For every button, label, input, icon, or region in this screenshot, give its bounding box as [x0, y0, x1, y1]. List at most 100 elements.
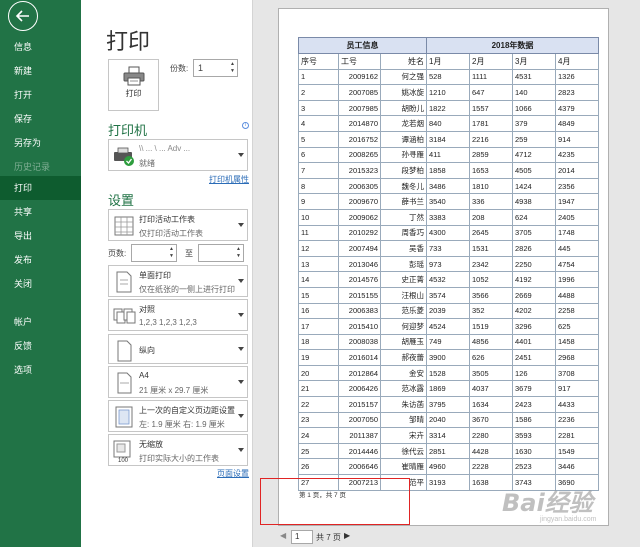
column-header: 序号 — [298, 53, 339, 70]
table-cell: 2010292 — [338, 224, 381, 242]
table-cell: 2342 — [469, 255, 513, 273]
page-setup-link[interactable]: 页面设置 — [217, 468, 249, 479]
column-header-row: 序号 工号 姓名 1月 2月 3月 4月 — [298, 53, 599, 70]
collate-dropdown[interactable]: 对照 1,2,3 1,2,3 1,2,3 — [108, 299, 248, 331]
table-row: 18 2008038 胡雁玉 749 4856 4401 1458 — [298, 333, 599, 351]
table-row: 16 2006383 范乐菱 2039 352 4202 2258 — [298, 302, 599, 320]
printer-heading: 打印机 — [108, 123, 148, 138]
nav-item[interactable]: 共享 — [0, 200, 81, 224]
spin-down-icon[interactable]: ▼ — [230, 68, 236, 74]
table-cell: 2423 — [512, 396, 556, 413]
table-cell: 2451 — [512, 349, 556, 366]
table-cell: 2006646 — [338, 458, 381, 476]
table-row: 22 2015157 朱访菡 3795 1634 2423 4433 — [298, 396, 599, 413]
table-cell: 1810 — [469, 177, 513, 195]
table-cell: 范乐菱 — [380, 302, 427, 320]
backstage-nav: 信息 新建 打开 保存 另存为 历史记录 打印 共享 导出 发布 关闭 帐户 反馈 选项 — [0, 0, 81, 547]
nav-item[interactable]: 反馈 — [0, 334, 81, 358]
nav-item[interactable]: 选项 — [0, 358, 81, 382]
spin-up-icon[interactable]: ▲ — [230, 61, 236, 67]
spin-down-icon[interactable]: ▼ — [236, 253, 242, 259]
back-button[interactable] — [8, 1, 38, 31]
table-cell: 2280 — [469, 427, 513, 444]
nav-item[interactable]: 信息 — [0, 35, 81, 59]
current-page-input[interactable]: 1 — [291, 530, 313, 544]
nav-item[interactable]: 新建 — [0, 59, 81, 83]
copies-label: 份数: — [170, 64, 189, 73]
watermark: Bai经验 jingyan.baidu.com — [488, 478, 638, 540]
footer-highlight — [260, 478, 410, 525]
spin-up-icon[interactable]: ▲ — [169, 246, 175, 252]
table-cell: 12 — [298, 240, 339, 257]
prev-page-icon[interactable]: ◀ — [280, 531, 286, 540]
nav-item[interactable]: 另存为 — [0, 131, 81, 155]
table-cell: 26 — [298, 458, 339, 476]
column-header: 2月 — [469, 53, 513, 70]
printer-dropdown[interactable]: \\ ... \ ... Adv ... 就绪 — [108, 139, 248, 171]
printer-status: 就绪 — [139, 159, 155, 168]
copies-value: 1 — [198, 63, 204, 73]
sides-dropdown[interactable]: 单面打印 仅在纸张的一侧上进行打印 — [108, 265, 248, 297]
spin-up-icon[interactable]: ▲ — [236, 246, 242, 252]
table-row: 21 2006426 范冰露 1869 4037 3679 917 — [298, 380, 599, 398]
nav-item[interactable]: 帐户 — [0, 310, 81, 334]
table-row: 25 2014446 徐代云 2851 4428 1630 1549 — [298, 442, 599, 460]
table-cell: 2006383 — [338, 302, 381, 320]
table-cell: 1996 — [555, 271, 599, 288]
table-cell: 4856 — [469, 333, 513, 351]
print-scope-desc: 仅打印活动工作表 — [139, 229, 203, 238]
orientation-dropdown[interactable]: 纵向 — [108, 334, 248, 364]
table-cell: 周香巧 — [380, 224, 427, 242]
table-cell: 2007085 — [338, 84, 381, 101]
table-cell: 4202 — [512, 302, 556, 320]
table-cell: 崔晴雁 — [380, 458, 427, 476]
table-row: 1 2009162 何之强 528 1111 4531 1326 — [298, 68, 599, 86]
nav-item[interactable]: 关闭 — [0, 272, 81, 296]
orientation-title: 纵向 — [139, 346, 155, 355]
next-page-icon[interactable]: ▶ — [344, 531, 350, 540]
page-from-input[interactable]: ▲ ▼ — [131, 244, 177, 262]
margins-desc: 左: 1.9 厘米 右: 1.9 厘米 — [139, 420, 225, 429]
info-icon[interactable]: i — [242, 122, 249, 129]
table-cell: 2040 — [426, 411, 470, 429]
table-cell: 2014576 — [338, 271, 381, 288]
table-cell: 3383 — [426, 208, 470, 226]
nav-item[interactable]: 发布 — [0, 248, 81, 272]
print-scope-dropdown[interactable]: 打印活动工作表 仅打印活动工作表 — [108, 209, 248, 241]
table-cell: 1858 — [426, 162, 470, 179]
spin-down-icon[interactable]: ▼ — [169, 253, 175, 259]
table-cell: 2281 — [555, 427, 599, 444]
table-row: 6 2008265 孙寻雁 411 2859 4712 4235 — [298, 146, 599, 164]
table-cell: 2826 — [512, 240, 556, 257]
table-cell: 2007494 — [338, 240, 381, 257]
paper-size-dropdown[interactable]: A4 21 厘米 x 29.7 厘米 — [108, 366, 248, 398]
table-cell: 3593 — [512, 427, 556, 444]
print-button[interactable]: 打印 — [108, 59, 159, 111]
table-cell: 1528 — [426, 364, 470, 382]
table-cell: 2007050 — [338, 411, 381, 429]
margins-dropdown[interactable]: 上一次的自定义页边距设置 左: 1.9 厘米 右: 1.9 厘米 — [108, 400, 248, 432]
scaling-dropdown[interactable]: 100 无缩放 打印实际大小的工作表 — [108, 434, 248, 466]
table-cell: 17 — [298, 318, 339, 335]
settings-heading: 设置 — [108, 193, 135, 208]
table-row: 20 2012864 金安 1528 3505 126 3708 — [298, 364, 599, 382]
margins-icon — [115, 406, 133, 428]
copies-input[interactable]: 1 ▲ ▼ — [193, 59, 238, 77]
page-to-input[interactable]: ▲ ▼ — [198, 244, 244, 262]
nav-item[interactable]: 打印 — [0, 176, 81, 200]
nav-item[interactable]: 导出 — [0, 224, 81, 248]
table-cell: 25 — [298, 442, 339, 460]
table-cell: 2009670 — [338, 193, 381, 210]
scaling-desc: 打印实际大小的工作表 — [139, 454, 219, 463]
nav-item[interactable]: 打开 — [0, 83, 81, 107]
table-cell: 1424 — [512, 177, 556, 195]
table-cell: 528 — [426, 68, 470, 86]
table-cell: 15 — [298, 286, 339, 304]
table-cell: 4192 — [512, 271, 556, 288]
table-cell: 2 — [298, 84, 339, 101]
printer-properties-link[interactable]: 打印机属性 — [209, 174, 249, 185]
nav-item[interactable]: 保存 — [0, 107, 81, 131]
table-cell: 2851 — [426, 442, 470, 460]
table-cell: 4428 — [469, 442, 513, 460]
table-cell: 孙寻雁 — [380, 146, 427, 164]
